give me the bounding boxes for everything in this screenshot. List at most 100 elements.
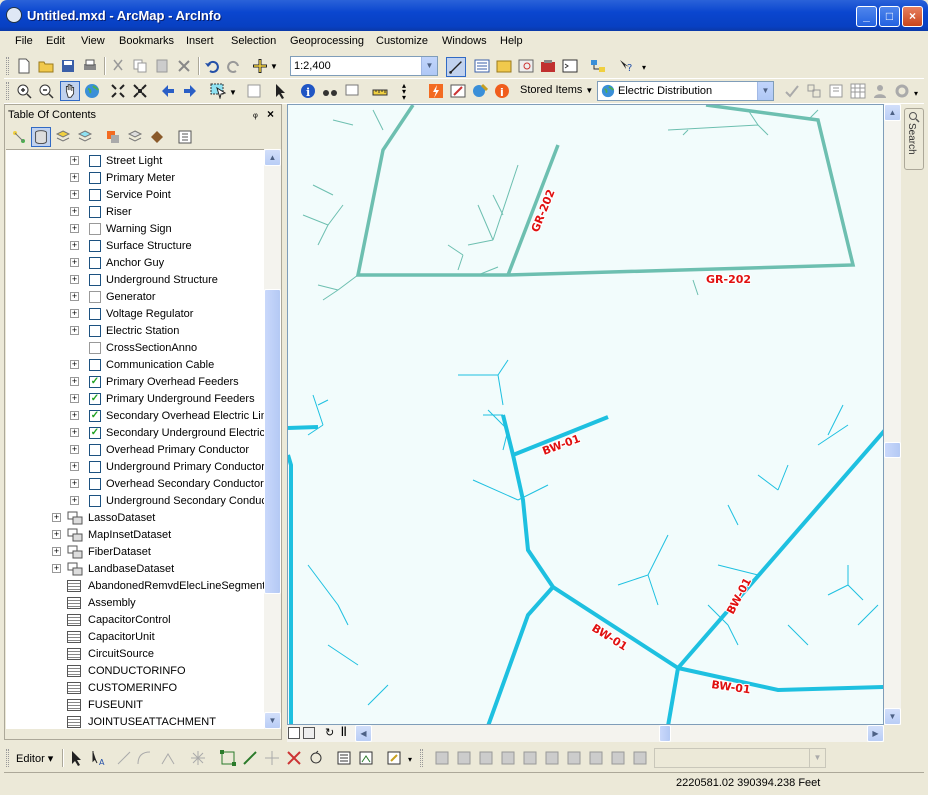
dataset-row[interactable]: + MapInsetDataset <box>6 527 264 544</box>
toc-scrollbar[interactable]: ▲ ▼ <box>264 149 281 729</box>
grid-table-icon[interactable] <box>850 83 866 99</box>
layer-row[interactable]: + Anchor Guy <box>6 255 264 272</box>
menu-geoprocessing[interactable]: Geoprocessing <box>290 35 364 47</box>
maximize-button[interactable]: □ <box>879 6 900 27</box>
list-by-selection-icon[interactable] <box>77 129 93 145</box>
table-row[interactable]: FUSEUNIT <box>6 697 264 714</box>
expand-icon[interactable]: + <box>70 292 79 301</box>
scroll-thumb[interactable] <box>264 289 281 594</box>
python-window-icon[interactable] <box>562 58 578 74</box>
select-features-icon[interactable] <box>210 83 226 99</box>
create-features-icon[interactable] <box>386 750 402 766</box>
layer-stack-icon[interactable] <box>127 129 143 145</box>
menu-selection[interactable]: Selection <box>231 35 276 47</box>
whats-this-help-icon[interactable]: ? <box>618 58 634 74</box>
layer-row[interactable]: + Surface Structure <box>6 238 264 255</box>
map-view[interactable]: GR-202 GR-202 BW-01 BW-01 BW-01 BW-01 <box>287 104 884 725</box>
scroll-right-icon[interactable]: ▶ <box>867 725 884 742</box>
layer-row[interactable]: + Voltage Regulator <box>6 306 264 323</box>
scroll-down-icon[interactable]: ▼ <box>264 712 281 729</box>
arctoolbox-icon[interactable] <box>540 58 556 74</box>
toolbar-grip[interactable] <box>6 57 9 75</box>
data-view-icon[interactable] <box>288 727 300 739</box>
modelbuilder-icon[interactable] <box>590 58 606 74</box>
edit-annotation-icon[interactable]: A <box>90 750 106 766</box>
fixed-zoom-out-icon[interactable] <box>132 83 148 99</box>
layer-row[interactable]: + Warning Sign <box>6 221 264 238</box>
expand-icon[interactable]: + <box>70 428 79 437</box>
visibility-checkbox[interactable] <box>89 240 101 252</box>
info-orange-icon[interactable]: i <box>494 83 510 99</box>
menu-edit[interactable]: Edit <box>46 35 65 47</box>
visibility-checkbox[interactable]: ✓ <box>89 427 101 439</box>
search-side-tab[interactable]: Search <box>904 108 924 170</box>
table-row[interactable]: AbandonedRemvdElecLineSegment <box>6 578 264 595</box>
table-row[interactable]: CircuitSource <box>6 646 264 663</box>
measure-ruler-icon[interactable] <box>372 83 388 99</box>
chevron-down-icon[interactable]: ▼ <box>421 57 437 75</box>
visibility-checkbox[interactable]: ✓ <box>89 376 101 388</box>
edit-vertices-icon[interactable] <box>220 750 236 766</box>
layer-tool-8-icon[interactable] <box>588 750 604 766</box>
open-folder-icon[interactable] <box>38 58 54 74</box>
undo-icon[interactable] <box>204 58 220 74</box>
layout-view-icon[interactable] <box>303 727 315 739</box>
map-vertical-scrollbar[interactable]: ▲ ▼ <box>884 104 901 725</box>
table-row[interactable]: Assembly <box>6 595 264 612</box>
time-slider-icon[interactable] <box>472 83 488 99</box>
end-point-arc-icon[interactable] <box>136 750 152 766</box>
expand-icon[interactable]: + <box>52 564 61 573</box>
chevron-down-icon[interactable]: ▼ <box>757 82 773 100</box>
visibility-checkbox[interactable] <box>89 359 101 371</box>
html-popup-icon[interactable] <box>344 83 360 99</box>
layer-row[interactable]: + Underground Primary Conductor <box>6 459 264 476</box>
trace-icon[interactable] <box>160 750 176 766</box>
connectivity-icon[interactable] <box>806 83 822 99</box>
layer-style-icon[interactable] <box>105 129 121 145</box>
expand-icon[interactable]: + <box>70 411 79 420</box>
scroll-down-icon[interactable]: ▼ <box>884 708 901 725</box>
expand-icon[interactable]: + <box>70 207 79 216</box>
toolbar-options-icon[interactable]: ▾ <box>914 89 918 98</box>
dataset-row[interactable]: + LassoDataset <box>6 510 264 527</box>
save-icon[interactable] <box>60 58 76 74</box>
editor-menu[interactable]: Editor ▾ <box>16 752 53 765</box>
layer-row[interactable]: + ✓ Secondary Underground Electric <box>6 425 264 442</box>
go-forward-arrow-icon[interactable] <box>182 83 198 99</box>
expand-icon[interactable]: + <box>70 445 79 454</box>
reshape-feature-icon[interactable] <box>242 750 258 766</box>
copy-icon[interactable] <box>132 58 148 74</box>
expand-icon[interactable]: + <box>70 479 79 488</box>
menu-bookmarks[interactable]: Bookmarks <box>119 35 174 47</box>
toolbar-grip[interactable] <box>6 749 9 767</box>
layer-row[interactable]: + Primary Meter <box>6 170 264 187</box>
layer-row[interactable]: + Overhead Primary Conductor <box>6 442 264 459</box>
visibility-checkbox[interactable] <box>89 495 101 507</box>
map-horizontal-scrollbar[interactable]: ↻ || ◀ ▶ <box>287 725 884 742</box>
layer-tool-5-icon[interactable] <box>522 750 538 766</box>
layer-row[interactable]: + Electric Station <box>6 323 264 340</box>
dataset-row[interactable]: + LandbaseDataset <box>6 561 264 578</box>
expand-icon[interactable]: + <box>70 462 79 471</box>
expand-icon[interactable]: + <box>70 360 79 369</box>
layer-row[interactable]: + Overhead Secondary Conductor <box>6 476 264 493</box>
select-dropdown-icon[interactable]: ▼ <box>229 88 237 97</box>
visibility-checkbox[interactable]: ✓ <box>89 393 101 405</box>
straight-segment-icon[interactable] <box>116 750 132 766</box>
cut-icon[interactable] <box>110 58 126 74</box>
expand-icon[interactable]: + <box>70 394 79 403</box>
table-row[interactable]: CapacitorControl <box>6 612 264 629</box>
search-window-icon[interactable] <box>518 58 534 74</box>
layer-tool-4-icon[interactable] <box>500 750 516 766</box>
expand-icon[interactable]: + <box>70 275 79 284</box>
full-extent-globe-icon[interactable] <box>84 83 100 99</box>
layer-tool-3-icon[interactable] <box>478 750 494 766</box>
scroll-left-icon[interactable]: ◀ <box>355 725 372 742</box>
menu-customize[interactable]: Customize <box>376 35 428 47</box>
split-tool-icon[interactable] <box>286 750 302 766</box>
layer-tool-10-icon[interactable] <box>632 750 648 766</box>
table-row[interactable]: CapacitorUnit <box>6 629 264 646</box>
add-data-icon[interactable] <box>252 58 268 74</box>
new-document-icon[interactable] <box>16 58 32 74</box>
expand-icon[interactable]: + <box>70 173 79 182</box>
